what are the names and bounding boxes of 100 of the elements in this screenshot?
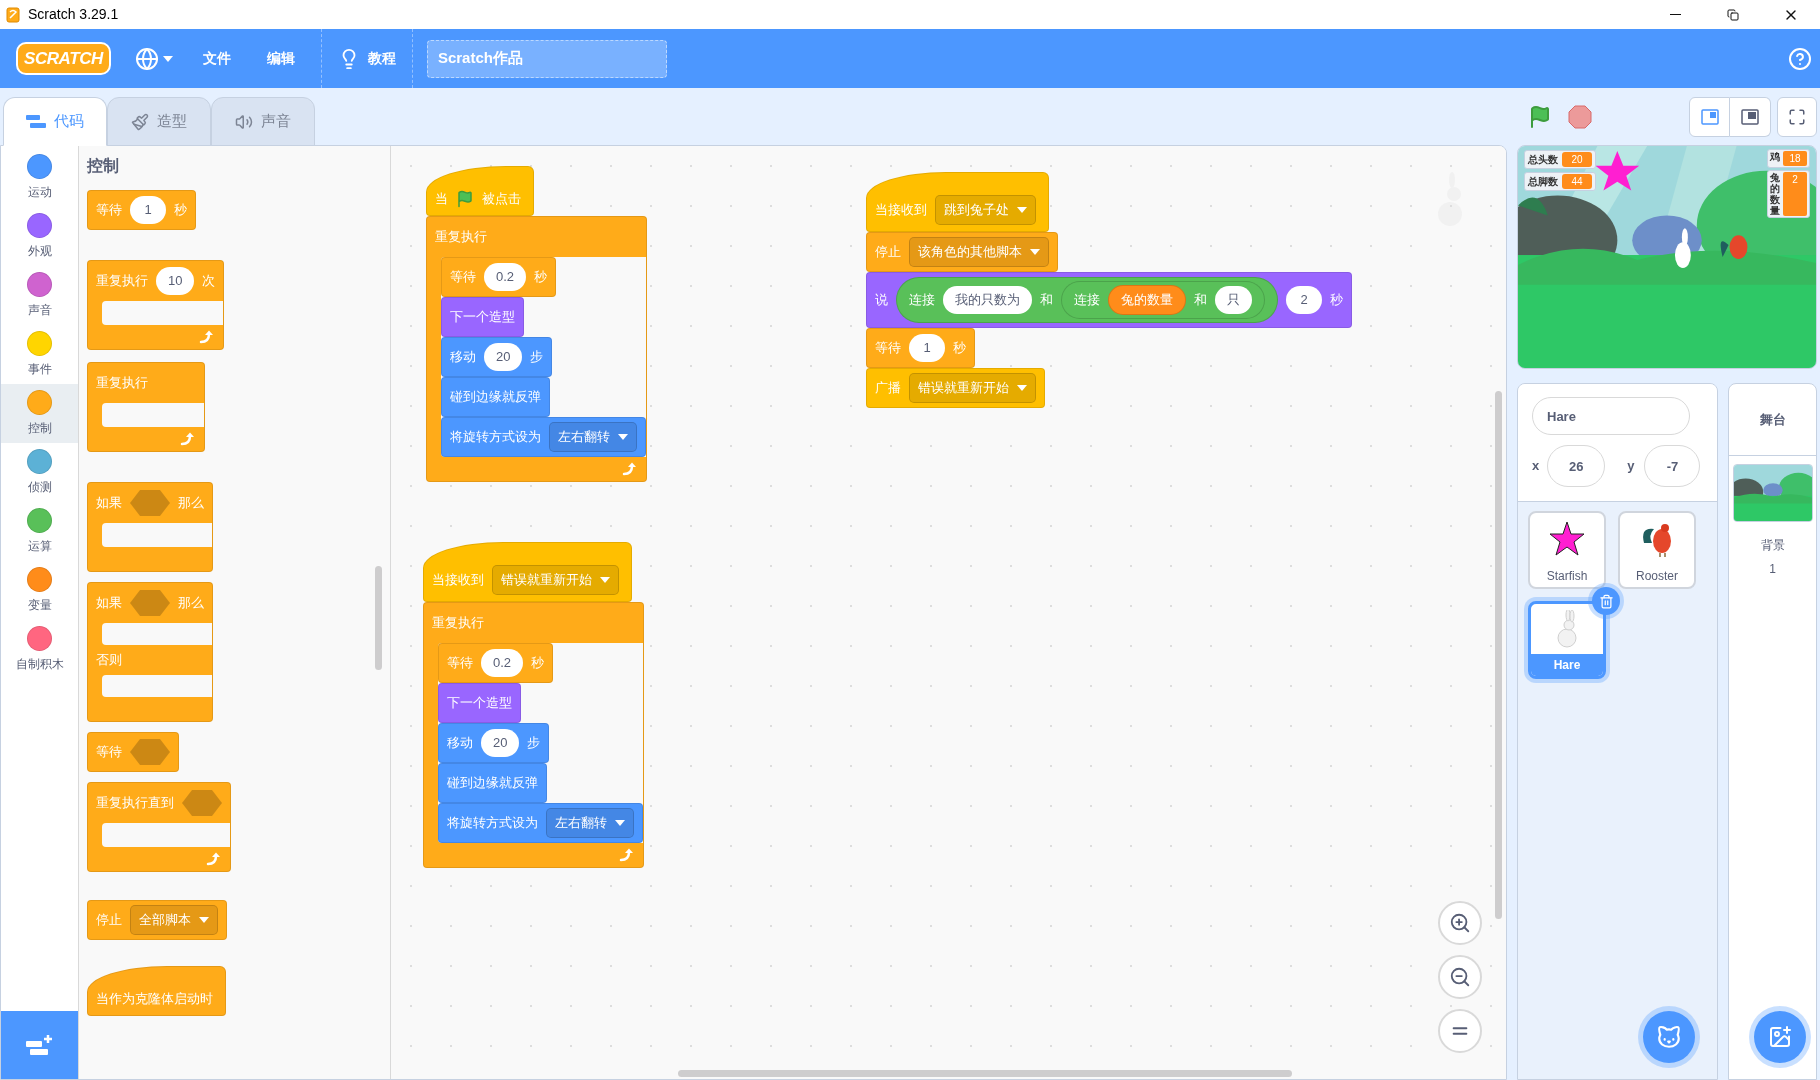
block-label: 重复执行 xyxy=(96,272,148,291)
code-block[interactable]: 将旋转方式设为 左右翻转 xyxy=(441,416,646,457)
paintbrush-icon xyxy=(131,112,149,131)
block-label: 移动 xyxy=(450,347,476,366)
code-block[interactable]: 移动 20 步 xyxy=(438,723,550,763)
starfish-icon xyxy=(1549,521,1585,557)
code-block[interactable]: 等待 0.2 秒 xyxy=(441,256,557,297)
monitor-label: 兔的数量 xyxy=(1770,172,1780,216)
block-label: 如果 xyxy=(96,494,122,513)
number-input[interactable]: 10 xyxy=(156,267,195,295)
code-block[interactable]: 等待 1 秒 xyxy=(87,190,196,230)
editor-tab[interactable]: 造型 xyxy=(107,97,211,146)
block-label: 下一个造型 xyxy=(447,694,512,713)
block-label: 说 xyxy=(875,291,888,310)
block-label: 秒 xyxy=(531,654,545,673)
window-title: Scratch 3.29.1 xyxy=(28,5,119,24)
caret-icon xyxy=(199,917,209,923)
block-label: 和 xyxy=(1040,291,1053,310)
block-label: 那么 xyxy=(178,594,204,613)
code-block[interactable]: 将旋转方式设为 左右翻转 xyxy=(438,803,643,843)
x-field[interactable]: 26 xyxy=(1547,445,1606,487)
block-label: 和 xyxy=(1194,291,1207,310)
block-label: 秒 xyxy=(534,267,548,286)
loop-arrow-icon xyxy=(180,432,196,446)
help-icon[interactable] xyxy=(1788,46,1812,71)
join-block[interactable]: 连接 兔的数量 和 只 xyxy=(1061,281,1265,319)
dropdown[interactable]: 左右翻转 xyxy=(549,421,637,452)
block-label: 移动 xyxy=(447,734,473,753)
c-block[interactable]: 重复执行 等待 0.2 秒 下一个造型 移动 20 步 碰到边缘就反弹 将旋转方式设为 左右翻转 xyxy=(426,215,647,482)
sprite-tile[interactable]: Rooster xyxy=(1618,511,1696,589)
y-field[interactable]: -7 xyxy=(1644,445,1701,487)
flag-icon xyxy=(1528,104,1552,129)
block-label: 如果 xyxy=(96,594,122,613)
large-stage-button[interactable] xyxy=(1730,96,1771,137)
small-stage-icon xyxy=(1700,108,1719,125)
c-block[interactable]: 重复执行 等待 0.2 秒 下一个造型 移动 20 步 碰到边缘就反弹 将旋转方式设为 左右翻转 xyxy=(423,602,644,868)
category-item[interactable]: 控制 xyxy=(1,384,78,443)
code-block[interactable]: 下一个造型 xyxy=(438,683,521,723)
add-sprite-button[interactable] xyxy=(1643,1011,1695,1063)
scrollbar-thumb[interactable] xyxy=(678,1070,1292,1077)
block-label: 碰到边缘就反弹 xyxy=(450,387,541,406)
code-block[interactable]: 下一个造型 xyxy=(441,296,524,337)
loop-arrow-icon xyxy=(199,330,216,344)
block-label: 当接收到 xyxy=(432,571,484,590)
block-label: 秒 xyxy=(1330,291,1343,310)
backdrops-label: 背景 xyxy=(1760,537,1785,554)
reset-zoom-button[interactable] xyxy=(1438,1009,1482,1053)
extension-button[interactable] xyxy=(1,1011,78,1079)
loop-arrow-icon xyxy=(619,848,635,862)
number-input[interactable]: 1 xyxy=(130,196,166,224)
sprite-tile[interactable]: Starfish xyxy=(1528,511,1606,589)
zoom-in-button[interactable] xyxy=(1438,901,1482,945)
sprite-name: Starfish xyxy=(1545,568,1589,585)
cat-icon xyxy=(1656,1024,1682,1050)
text-input[interactable]: 我的只数为 xyxy=(943,286,1032,314)
block-label: 停止 xyxy=(875,243,901,262)
block-label: 等待 xyxy=(96,201,122,220)
sprite-name-field[interactable]: Hare xyxy=(1532,397,1690,435)
editor-tab[interactable]: 代码 xyxy=(3,97,107,146)
monitor-label: 总脚数 xyxy=(1528,175,1558,189)
monitor-label: 鸡 xyxy=(1770,151,1780,162)
number-input[interactable]: 1 xyxy=(909,334,945,362)
stage-pane-title: 舞台 xyxy=(1759,410,1786,429)
zoom-out-button[interactable] xyxy=(1438,955,1482,999)
dropdown[interactable]: 左右翻转 xyxy=(546,808,634,838)
block-label: 重复执行 xyxy=(432,614,484,633)
add-image-icon xyxy=(1768,1025,1792,1049)
delete-sprite-button[interactable] xyxy=(1592,587,1620,615)
scrollbar-thumb[interactable] xyxy=(375,566,382,670)
code-block[interactable]: 等待 1 秒 xyxy=(866,328,975,368)
block-label: 广播 xyxy=(875,379,901,398)
number-input[interactable]: 20 xyxy=(484,342,523,371)
join-block[interactable]: 连接 我的只数为 和 连接 兔的数量 和 只 xyxy=(896,277,1278,323)
c-block[interactable]: 重复执行 10 次 xyxy=(87,260,225,350)
monitor-value: 18 xyxy=(1783,151,1807,166)
add-backdrop-button[interactable] xyxy=(1754,1011,1806,1063)
sprite-name: Rooster xyxy=(1635,568,1679,585)
number-input[interactable]: 0.2 xyxy=(484,262,527,291)
block-label: 步 xyxy=(530,347,544,366)
code-block[interactable]: 等待 0.2 秒 xyxy=(438,643,554,683)
code-block[interactable]: 移动 20 步 xyxy=(441,336,553,377)
number-input[interactable]: 0.2 xyxy=(481,649,524,677)
block-label: 当 xyxy=(435,190,448,208)
caret-icon xyxy=(1017,207,1027,213)
language-menu[interactable] xyxy=(134,46,173,71)
block-label: 碰到边缘就反弹 xyxy=(447,774,538,793)
loop-arrow-icon xyxy=(206,852,222,866)
fullscreen-button[interactable] xyxy=(1777,96,1817,137)
code-block[interactable]: 说 连接 我的只数为 和 连接 兔的数量 和 只 2 秒 xyxy=(866,272,1352,328)
large-stage-icon xyxy=(1741,108,1759,125)
scrollbar-thumb[interactable] xyxy=(1495,391,1502,919)
rooster-icon xyxy=(1640,521,1674,557)
block-label: 那么 xyxy=(178,494,204,513)
number-input[interactable]: 20 xyxy=(481,729,520,757)
text-input[interactable]: 只 xyxy=(1215,286,1252,314)
number-input[interactable]: 2 xyxy=(1286,286,1322,314)
small-stage-button[interactable] xyxy=(1689,96,1730,137)
block-label: 等待 xyxy=(96,743,122,762)
zoom-in-icon xyxy=(1449,912,1471,934)
caret-icon xyxy=(615,820,625,826)
